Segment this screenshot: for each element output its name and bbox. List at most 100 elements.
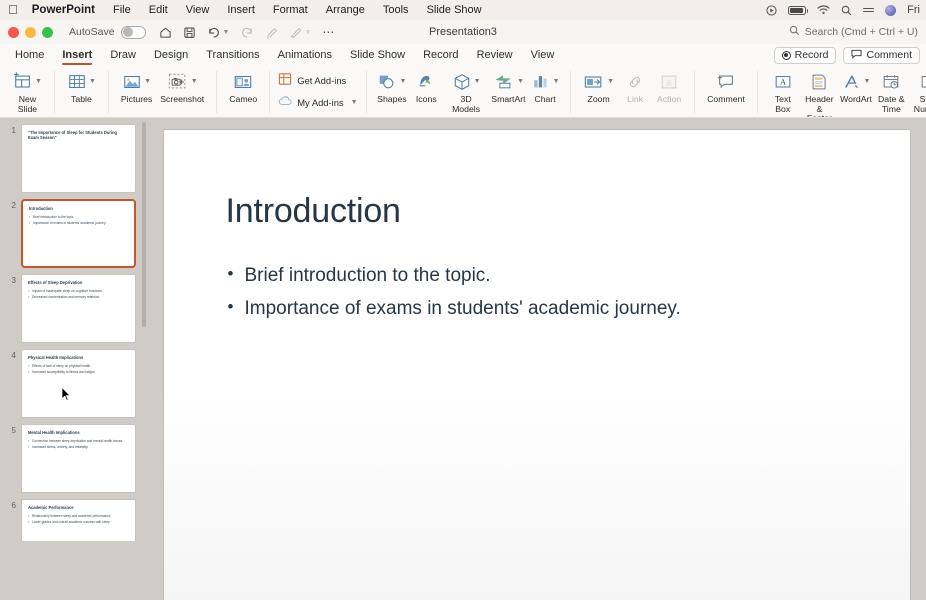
screenshot-label: Screenshot (160, 95, 204, 105)
chart-button[interactable]: ▼ Chart (528, 68, 562, 105)
get-addins-button[interactable]: Get Add-ins (278, 72, 357, 88)
wordart-button[interactable]: ▼ WordArt (839, 68, 873, 105)
my-addins-dropdown-caret[interactable]: ▼ (351, 99, 358, 106)
comment-label: Comment (707, 95, 745, 105)
zoom-dropdown-caret[interactable]: ▼ (607, 78, 614, 85)
menu-tools[interactable]: Tools (383, 4, 409, 16)
wifi-icon[interactable] (817, 5, 830, 15)
undo-dropdown-caret[interactable]: ▼ (223, 29, 230, 36)
smartart-dropdown-caret[interactable]: ▼ (517, 78, 524, 85)
comments-button[interactable]: Comment (843, 47, 920, 64)
chart-dropdown-caret[interactable]: ▼ (553, 78, 560, 85)
new-slide-button[interactable]: ▼ New Slide (9, 68, 46, 114)
spotlight-search-icon[interactable] (841, 5, 852, 16)
maximize-window-button[interactable] (42, 27, 53, 38)
thumbnail-row[interactable]: 1 "The Importance of Sleep for Students … (0, 124, 147, 193)
menu-format[interactable]: Format (273, 4, 308, 16)
tab-design[interactable]: Design (145, 44, 197, 66)
pictures-dropdown-caret[interactable]: ▼ (144, 78, 151, 85)
text-box-label: Text Box (770, 95, 796, 114)
table-dropdown-caret[interactable]: ▼ (89, 78, 96, 85)
menu-edit[interactable]: Edit (149, 4, 168, 16)
thumbnail-row[interactable]: 2 Introduction Brief introduction to the… (0, 199, 147, 268)
tab-transitions[interactable]: Transitions (197, 44, 268, 66)
siri-icon[interactable] (885, 5, 896, 16)
menu-bar-clock[interactable]: Fri (907, 4, 920, 16)
slide-thumbnail-2[interactable]: Introduction Brief introduction to the t… (21, 199, 136, 268)
slide-number-button[interactable]: # Slide Number (910, 68, 926, 114)
thumbnail-bullets: Impact of inadequate sleep on cognitive … (28, 289, 129, 299)
minimize-window-button[interactable] (25, 27, 36, 38)
slide-bullet[interactable]: Brief introduction to the topic. (226, 259, 848, 292)
current-slide[interactable]: Introduction Brief introduction to the t… (164, 130, 910, 600)
tab-home[interactable]: Home (6, 44, 53, 66)
new-slide-dropdown-caret[interactable]: ▼ (35, 78, 42, 85)
thumbnail-row[interactable]: 6 Academic Performance Relationship betw… (0, 499, 147, 541)
slide-bullet[interactable]: Importance of exams in students' academi… (226, 292, 848, 325)
tab-animations[interactable]: Animations (269, 44, 341, 66)
ribbon-group-links: ▼ Zoom Link Action (574, 68, 691, 116)
more-options-icon[interactable]: ⋯ (322, 26, 335, 38)
menu-insert[interactable]: Insert (227, 4, 255, 16)
comment-bubble-icon (851, 49, 862, 62)
slide-thumbnail-3[interactable]: Effects of Sleep Deprivation Impact of i… (21, 274, 136, 343)
thumbnail-row[interactable]: 4 Physical Health Implications Effects o… (0, 349, 147, 418)
menu-arrange[interactable]: Arrange (326, 4, 365, 16)
text-box-button[interactable]: A Text Box (766, 68, 800, 114)
tab-draw[interactable]: Draw (101, 44, 145, 66)
menu-view[interactable]: View (186, 4, 210, 16)
slide-thumbnail-6[interactable]: Academic Performance Relationship betwee… (21, 499, 136, 541)
slide-thumbnail-4[interactable]: Physical Health Implications Effects of … (21, 349, 136, 418)
pictures-button[interactable]: ▼ Pictures (117, 68, 156, 105)
smartart-button[interactable]: ▼ SmartArt (489, 68, 528, 105)
icons-button[interactable]: Icons (409, 68, 443, 105)
zoom-button[interactable]: ▼ Zoom (579, 68, 618, 105)
screenshot-dropdown-caret[interactable]: ▼ (191, 78, 198, 85)
tab-insert[interactable]: Insert (53, 44, 101, 66)
date-time-button[interactable]: Date & Time (873, 68, 910, 114)
menu-slide-show[interactable]: Slide Show (427, 4, 482, 16)
close-window-button[interactable] (8, 27, 19, 38)
tab-view[interactable]: View (522, 44, 564, 66)
tab-record[interactable]: Record (414, 44, 467, 66)
screenshot-button[interactable]: ▼ Screenshot (156, 68, 208, 105)
menubar-app-name[interactable]: PowerPoint (32, 4, 95, 16)
search-field[interactable]: Search (Cmd + Ctrl + U) (789, 25, 918, 39)
thumbnail-row[interactable]: 3 Effects of Sleep Deprivation Impact of… (0, 274, 147, 343)
menu-file[interactable]: File (113, 4, 131, 16)
slide-thumbnail-panel[interactable]: 1 "The Importance of Sleep for Students … (0, 118, 147, 541)
slide-title[interactable]: Introduction (226, 192, 848, 231)
3d-models-dropdown-caret[interactable]: ▼ (474, 78, 481, 85)
cameo-label: Cameo (229, 95, 257, 105)
slide-thumbnail-5[interactable]: Mental Health Implications Connection be… (21, 424, 136, 493)
battery-icon[interactable] (788, 6, 806, 15)
shapes-button[interactable]: ▼ Shapes (375, 68, 410, 105)
thumbnail-scrollbar[interactable] (142, 122, 146, 327)
my-addins-button[interactable]: My Add-ins ▼ (278, 94, 357, 110)
thumbnail-bullets: Brief introduction to the topic. Importa… (29, 215, 128, 225)
tab-review[interactable]: Review (468, 44, 522, 66)
wordart-dropdown-caret[interactable]: ▼ (864, 78, 871, 85)
record-button[interactable]: Record (774, 47, 837, 64)
apple-logo-icon[interactable]:  (8, 3, 18, 16)
slide-thumbnail-1[interactable]: "The Importance of Sleep for Students Du… (21, 124, 136, 193)
cameo-button[interactable]: Cameo (225, 68, 261, 105)
control-center-icon[interactable] (863, 8, 874, 13)
shapes-dropdown-caret[interactable]: ▼ (399, 78, 406, 85)
screen-record-icon[interactable] (766, 5, 777, 16)
table-button[interactable]: ▼ Table (63, 68, 100, 105)
cameo-icon (233, 69, 253, 94)
slide-body[interactable]: Brief introduction to the topic. Importa… (226, 259, 848, 326)
autosave-toggle[interactable] (121, 26, 146, 39)
powerpoint-window: AutoSave ▼ ▼ ⋯ Pres (0, 20, 926, 541)
undo-icon[interactable]: ▼ (207, 26, 230, 39)
header-footer-button[interactable]: Header & Footer (800, 68, 839, 118)
home-icon[interactable] (159, 26, 172, 39)
save-icon[interactable] (183, 26, 196, 39)
thumbnail-row[interactable]: 5 Mental Health Implications Connection … (0, 424, 147, 493)
3d-models-button[interactable]: ▼ 3D Models (443, 68, 489, 114)
header-footer-label: Header & Footer (804, 95, 835, 118)
tab-slide-show[interactable]: Slide Show (341, 44, 414, 66)
comments-button-label: Comment (866, 49, 912, 61)
insert-comment-button[interactable]: Comment (703, 68, 749, 105)
